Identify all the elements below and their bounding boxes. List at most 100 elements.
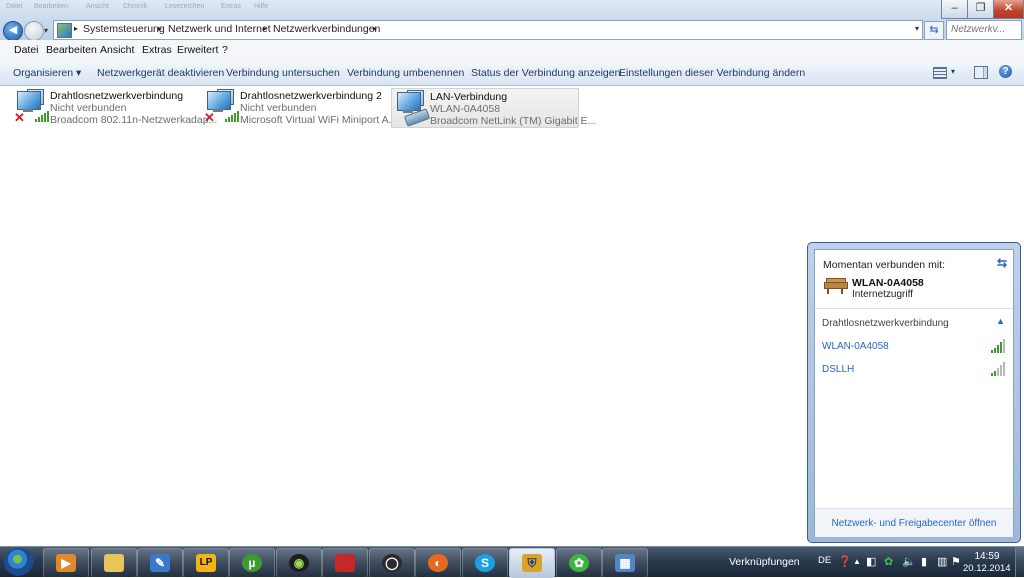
view-status-button[interactable]: Status der Verbindung anzeigen [471, 67, 620, 79]
refresh-button[interactable]: ⇆ [924, 21, 944, 40]
taskbar-button[interactable]: ▶ [43, 548, 89, 578]
chevron-up-icon[interactable]: ▲ [996, 316, 1005, 326]
open-network-center-link[interactable]: Netzwerk- und Freigabecenter öffnen [815, 518, 1013, 529]
connection-device: Broadcom 802.11n-Netzwerkadap... [50, 114, 218, 126]
menu-bearbeiten[interactable]: Bearbeiten [46, 44, 97, 56]
network-tray-icon[interactable]: ▥ [937, 555, 947, 568]
taskbar-button-active[interactable]: ⛨ [509, 548, 555, 578]
refresh-icon: ⇆ [929, 24, 939, 36]
address-dropdown-icon[interactable]: ▾ [915, 24, 919, 33]
breadcrumb-separator[interactable]: ▸ [373, 24, 377, 33]
wifi-network-item[interactable]: DSLLH [822, 364, 854, 375]
battery-icon[interactable]: ▮ [921, 555, 927, 568]
taskbar-button[interactable]: ✿ [556, 548, 602, 578]
close-button[interactable]: ✕ [993, 0, 1024, 19]
minimize-button[interactable]: – [941, 0, 968, 19]
maximize-button[interactable]: ❐ [967, 0, 994, 19]
forward-button[interactable] [24, 21, 44, 41]
paint-icon: ✎ [150, 554, 170, 572]
ghost-menu-item: Lesezeichen [165, 3, 205, 10]
breadcrumb-separator[interactable]: ▸ [263, 24, 267, 33]
change-settings-button[interactable]: Einstellungen dieser Verbindung ändern [619, 67, 805, 79]
wireless-section-label: Drahtlosnetzwerkverbindung [822, 318, 949, 329]
rename-button[interactable]: Verbindung umbenennen [347, 67, 464, 79]
chevron-down-icon[interactable]: ▾ [951, 67, 955, 76]
connection-status: WLAN-0A4058 [430, 103, 501, 115]
back-button[interactable]: ◀ [3, 21, 23, 41]
breadcrumb-netzwerk-internet[interactable]: Netzwerk und Internet [168, 23, 271, 35]
connection-device: Broadcom NetLink (TM) Gigabit E... [430, 115, 597, 127]
taskbar-button[interactable]: ◉ [276, 548, 322, 578]
taskbar-button[interactable]: LP [183, 548, 229, 578]
lastpass-icon: LP [196, 554, 216, 572]
wireless-disconnected-icon: ✕ [14, 89, 49, 124]
help-icon[interactable]: ? [999, 65, 1012, 78]
tray-app-icon[interactable]: ◧ [866, 555, 876, 568]
connection-device: Microsoft Virtual WiFi Miniport A... [240, 114, 398, 126]
clock-date[interactable]: 20.12.2014 [963, 563, 1011, 574]
ghost-menu-item: Extras [221, 3, 241, 10]
media-player-icon: ▶ [56, 554, 76, 572]
connection-status: Nicht verbunden [50, 102, 127, 114]
organize-button[interactable]: Organisieren ▾ [13, 67, 81, 79]
skype-icon: S [475, 554, 495, 572]
taskbar-button[interactable] [91, 548, 137, 578]
icq-tray-icon[interactable]: ✿ [884, 555, 893, 568]
connection-name: Drahtlosnetzwerkverbindung [50, 90, 184, 102]
taskbar-button[interactable]: S [462, 548, 508, 578]
start-button[interactable] [4, 548, 34, 576]
taskbar-button[interactable]: ✎ [137, 548, 183, 578]
breadcrumb-systemsteuerung[interactable]: Systemsteuerung [83, 23, 165, 35]
show-desktop-button[interactable] [1015, 547, 1024, 577]
connection-item[interactable]: ✕ Drahtlosnetzwerkverbindung 2 Nicht ver… [202, 88, 397, 126]
refresh-icon[interactable]: ⇆ [997, 256, 1007, 270]
menu-help[interactable]: ? [222, 44, 228, 56]
chevron-up-icon[interactable]: ▲ [853, 557, 861, 566]
current-network-access: Internetzugriff [852, 289, 913, 300]
breadcrumb-separator[interactable]: ▸ [74, 24, 78, 33]
bench-network-icon [824, 278, 848, 294]
clock-time[interactable]: 14:59 [965, 551, 1009, 562]
taskbar-button[interactable] [322, 548, 368, 578]
menu-erweitert[interactable]: Erweitert [177, 44, 218, 56]
wifi-network-item[interactable]: WLAN-0A4058 [822, 341, 889, 352]
notebook-icon [335, 554, 355, 572]
connection-item-selected[interactable]: LAN-Verbindung WLAN-0A4058 Broadcom NetL… [391, 88, 596, 128]
address-bar[interactable]: ▸ Systemsteuerung ▸ Netzwerk und Interne… [53, 20, 923, 40]
menu-extras[interactable]: Extras [142, 44, 172, 56]
taskbar-button[interactable]: ◐ [415, 548, 461, 578]
connection-name: LAN-Verbindung [430, 91, 508, 103]
breadcrumb-separator[interactable]: ▸ [158, 24, 162, 33]
ghost-menu-item: Datei [6, 3, 23, 10]
firefox-icon: ◐ [428, 554, 448, 572]
search-input[interactable] [951, 23, 1017, 36]
connection-item[interactable]: ✕ Drahtlosnetzwerkverbindung Nicht verbu… [12, 88, 217, 126]
ghost-menu-item: Ansicht [86, 3, 109, 10]
control-panel-icon: ▦ [615, 554, 635, 572]
volume-icon[interactable]: 🔈 [902, 555, 916, 568]
menu-datei[interactable]: Datei [14, 44, 39, 56]
search-box[interactable] [946, 20, 1022, 40]
taskbar-button[interactable]: µ [229, 548, 275, 578]
preview-pane-icon[interactable] [974, 66, 988, 79]
language-indicator[interactable]: DE [818, 555, 831, 566]
flyout-header: Momentan verbunden mit: [823, 259, 945, 271]
signal-strength-icon [991, 339, 1007, 353]
current-network-name: WLAN-0A4058 [852, 277, 924, 289]
ghost-menu-item: Bearbeiten [34, 3, 68, 10]
breadcrumb-netzwerkverbindungen[interactable]: Netzwerkverbindungen [273, 23, 380, 35]
utorrent-icon: µ [242, 554, 262, 572]
toolbar-label[interactable]: Verknüpfungen [729, 556, 800, 568]
language-help-icon[interactable]: ❓ [838, 555, 852, 568]
diagnose-button[interactable]: Verbindung untersuchen [226, 67, 340, 79]
menu-ansicht[interactable]: Ansicht [100, 44, 134, 56]
taskbar-button[interactable]: ◯ [369, 548, 415, 578]
signal-strength-icon [991, 362, 1007, 376]
disable-device-button[interactable]: Netzwerkgerät deaktivieren [97, 67, 224, 79]
flag-icon[interactable]: ⚑ [951, 555, 961, 568]
connection-status: Nicht verbunden [240, 102, 317, 114]
connection-name: Drahtlosnetzwerkverbindung 2 [240, 90, 382, 102]
recent-pages-dropdown-icon[interactable]: ▾ [44, 26, 48, 35]
change-view-icon[interactable] [933, 67, 947, 79]
taskbar-button[interactable]: ▦ [602, 548, 648, 578]
